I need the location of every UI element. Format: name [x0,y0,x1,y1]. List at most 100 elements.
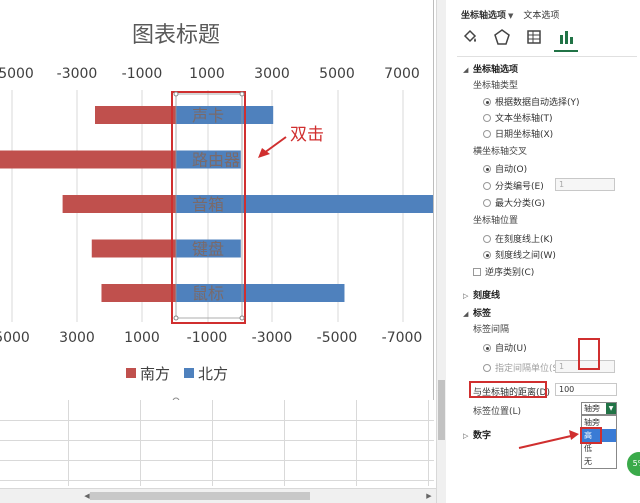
highlight-box-radio [578,338,600,370]
axis-type-label: 坐标轴类型 [473,81,519,91]
top-tick-label: 5000 [319,66,355,82]
bar-chart-icon[interactable] [554,28,578,52]
pane-icon-bar [461,28,578,52]
category-label[interactable]: 键盘 [192,240,224,259]
bar-south[interactable] [95,106,176,124]
section-number[interactable]: ▷ 数字 [463,428,491,441]
bar-south[interactable] [101,284,176,302]
bar-north[interactable] [176,106,274,124]
category-label[interactable]: 路由器 [192,151,240,170]
radio-axis-text[interactable]: 文本坐标轴(T) [483,111,553,124]
selection-handle[interactable] [173,315,179,321]
section-tick-marks[interactable]: ▷ 刻度线 [463,288,500,301]
radio-axis-date[interactable]: 日期坐标轴(X) [483,127,553,140]
top-tick-label: 3000 [254,66,290,82]
bar-south[interactable] [91,239,176,258]
chart-area[interactable]: 图表标题 5000 -3000 -1000 1000 3000 5000 7000 5000… [0,0,434,400]
bottom-axis-tick-labels: 5000 3000 1000 -1000 -3000 -5000 -7000 [0,330,422,346]
horizontal-scrollbar[interactable]: ◀ ▶ [0,488,436,503]
top-tick-label: 5000 [0,66,34,82]
tab-text-options[interactable]: 文本选项 [523,8,559,24]
category-label[interactable]: 声卡 [192,106,224,125]
expand-right-icon: ▷ [463,292,469,300]
selection-handle[interactable] [173,91,179,97]
section-labels[interactable]: ◢ 标签 [463,306,491,319]
radio-interval-specify[interactable]: 指定间隔单位(S) [483,361,562,374]
radio-cross-auto[interactable]: 自动(O) [483,162,527,175]
grid-row-line [0,420,434,421]
pane-divider [457,56,637,57]
bottom-tick-label: 3000 [59,330,95,346]
label-position-select[interactable]: 轴旁 ▼ [581,402,617,415]
bar-south[interactable] [62,195,176,213]
bottom-tick-label: -1000 [187,330,228,346]
category-label[interactable]: 音箱 [192,195,224,214]
radio-cross-category[interactable]: 分类编号(E) [483,179,544,192]
radio-pos-on-ticks[interactable]: 在刻度线上(K) [483,232,553,245]
bar-south[interactable] [0,150,177,169]
reverse-categories-checkbox[interactable]: 逆序类别(C) [473,265,534,278]
expand-down-icon: ◢ [463,66,469,74]
position-label: 坐标轴位置 [473,216,519,226]
bottom-tick-label: -3000 [252,330,293,346]
top-tick-label: 1000 [189,66,225,82]
selection-handle[interactable] [239,91,245,97]
distance-input[interactable]: 100 [555,383,617,396]
annotation-arrow [518,430,579,449]
pentagon-icon[interactable] [493,28,511,48]
horizontal-scroll-thumb[interactable] [90,492,310,500]
option-none[interactable]: 无 [582,455,616,468]
selection-handle[interactable] [239,315,245,321]
grid-col-line [68,400,69,486]
floating-badge[interactable]: 5% [627,452,640,476]
bottom-tick-label: 1000 [124,330,160,346]
top-tick-label: -1000 [122,66,163,82]
tab-axis-options[interactable]: 坐标轴选项 ▼ [461,8,513,24]
cross-label: 横坐标轴交叉 [473,147,528,157]
expand-right-icon: ▷ [463,432,469,440]
label-position-label: 标签位置(L) [473,407,522,417]
scroll-right-icon[interactable]: ▶ [424,491,434,501]
grid-col-line [140,400,141,486]
radio-interval-auto[interactable]: 自动(U) [483,341,527,354]
chevron-down-icon[interactable]: ▼ [606,403,616,414]
grid-row-line [0,440,434,441]
format-axis-pane: 坐标轴选项 ▼ 文本选项 ◢ 坐标轴选项 坐标轴类型 根据数据自动选择(Y) 文本坐… [447,0,640,503]
grid-row-line [0,480,434,481]
grid-col-line [284,400,285,486]
top-axis-tick-labels: 5000 -3000 -1000 1000 3000 5000 7000 [0,66,420,82]
radio-cross-max[interactable]: 最大分类(G) [483,196,545,209]
size-properties-icon[interactable] [525,28,543,48]
chart-svg[interactable]: 图表标题 5000 -3000 -1000 1000 3000 5000 7000 5000… [0,0,434,400]
legend-swatch [184,368,194,378]
highlight-box-distance [469,381,547,398]
bottom-tick-label: 5000 [0,330,30,346]
grid-col-line [212,400,213,486]
legend-label[interactable]: 北方 [198,365,228,383]
section-axis-options[interactable]: ◢ 坐标轴选项 [463,62,518,75]
category-label[interactable]: 鼠标 [192,284,224,303]
vertical-scroll-thumb[interactable] [438,380,445,440]
vertical-scrollbar[interactable] [436,0,446,503]
worksheet-grid[interactable] [0,400,434,486]
top-tick-label: -3000 [57,66,98,82]
highlight-box-option [580,427,602,444]
legend-label[interactable]: 南方 [140,365,170,383]
fill-icon[interactable] [461,28,479,48]
bottom-tick-label: -5000 [317,330,358,346]
interval-label: 标签间隔 [473,325,510,335]
annotation-text: 双击 [290,125,324,145]
chevron-down-icon[interactable]: ▼ [508,12,513,20]
legend-swatch [126,368,136,378]
grid-col-line [428,400,429,486]
chart-legend[interactable]: 南方 北方 [126,365,228,383]
bottom-tick-label: -7000 [382,330,423,346]
radio-pos-between[interactable]: 刻度线之间(W) [483,248,556,261]
cross-category-input[interactable]: 1 [555,178,615,191]
top-tick-label: 7000 [384,66,420,82]
expand-down-icon: ◢ [463,310,469,318]
chart-title[interactable]: 图表标题 [132,23,220,48]
pane-tabs: 坐标轴选项 ▼ 文本选项 [461,8,559,24]
radio-axis-auto[interactable]: 根据数据自动选择(Y) [483,95,580,108]
grid-row-line [0,460,434,461]
